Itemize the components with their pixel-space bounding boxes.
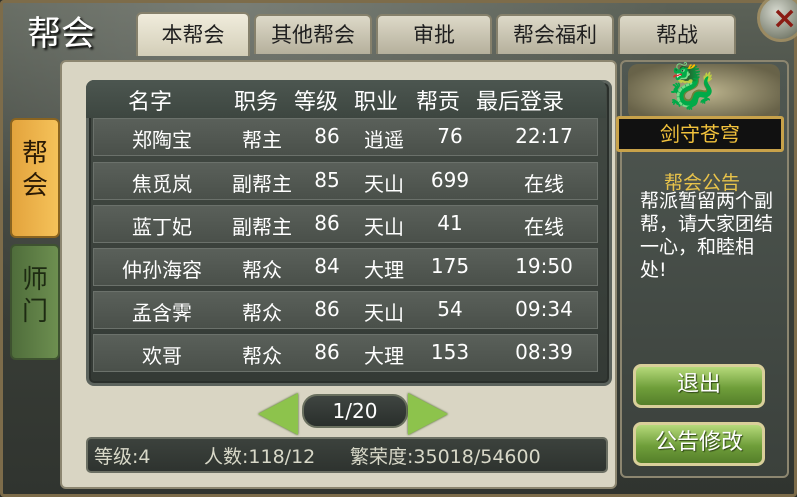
guild-name: 剑守苍穹 [616,116,784,152]
cell-level: 86 [314,124,340,148]
cell-name: 欢哥 [142,344,182,368]
notice-body: 帮派暂留两个副帮，请大家团结一心，和睦相处! [640,190,774,281]
cell-level: 84 [314,254,340,278]
side-tab-guild-label: 帮会 [22,139,49,201]
table-row[interactable]: 孟含霁 帮众 86 天山 54 09:34 [93,291,598,329]
exit-button[interactable]: 退出 [633,364,765,408]
table-row[interactable]: 仲孙海容 帮众 84 大理 175 19:50 [93,248,598,286]
side-tab-guild[interactable]: 帮会 [10,118,60,238]
cell-class: 天山 [364,172,404,196]
header-name: 名字 [128,90,173,115]
tab-my-guild[interactable]: 本帮会 [136,12,250,56]
cell-last-login: 在线 [524,172,564,196]
cell-position: 帮众 [242,258,282,282]
cell-position: 帮主 [242,128,282,152]
cell-level: 86 [314,340,340,364]
cell-contribution: 153 [430,340,470,364]
cell-name: 焦觅岚 [132,172,192,196]
cell-position: 副帮主 [232,172,292,196]
guild-member-count: 人数:118/12 [204,446,316,468]
side-tab-mentor-label: 师门 [22,265,49,327]
window-title: 帮会 [27,14,95,54]
guild-stats-bar: 等级:4 人数:118/12 繁荣度:35018/54600 [86,437,608,473]
cell-class: 天山 [364,215,404,239]
cell-name: 孟含霁 [132,301,192,325]
cell-name: 蓝丁妃 [132,215,192,239]
cell-position: 帮众 [242,301,282,325]
cell-contribution: 175 [430,254,470,278]
tab-approval[interactable]: 审批 [376,14,492,54]
tab-guild-welfare[interactable]: 帮会福利 [496,14,614,54]
cell-class: 大理 [364,344,404,368]
cell-contribution: 41 [437,211,463,235]
header-class: 职业 [354,90,399,115]
table-header: 名字 职务 等级 职业 帮贡 最后登录 [86,80,606,118]
next-page-arrow-icon[interactable] [408,393,448,435]
table-row[interactable]: 焦觅岚 副帮主 85 天山 699 在线 [93,162,598,200]
cell-name: 仲孙海容 [122,258,202,282]
edit-notice-button[interactable]: 公告修改 [633,422,765,466]
cell-contribution: 76 [437,124,463,148]
cell-last-login: 09:34 [515,297,573,321]
header-last-login: 最后登录 [476,90,565,115]
cell-contribution: 699 [430,168,470,192]
table-row[interactable]: 郑陶宝 帮主 86 逍遥 76 22:17 [93,118,598,156]
cell-position: 帮众 [242,344,282,368]
cell-level: 86 [314,211,340,235]
cell-last-login: 22:17 [515,124,573,148]
cell-level: 86 [314,297,340,321]
cell-last-login: 19:50 [515,254,573,278]
cell-level: 85 [314,168,340,192]
cell-class: 逍遥 [364,128,404,152]
cell-position: 副帮主 [232,215,292,239]
tab-other-guilds[interactable]: 其他帮会 [254,14,372,54]
cell-name: 郑陶宝 [132,128,192,152]
cell-last-login: 在线 [524,215,564,239]
guild-prosperity: 繁荣度:35018/54600 [350,446,541,468]
cell-class: 大理 [364,258,404,282]
side-tab-mentor[interactable]: 师门 [10,244,60,360]
tab-guild-war[interactable]: 帮战 [618,14,736,54]
header-level: 等级 [294,90,339,115]
dragon-icon: 🐉 [664,61,719,112]
cell-contribution: 54 [437,297,463,321]
table-row[interactable]: 蓝丁妃 副帮主 86 天山 41 在线 [93,205,598,243]
header-position: 职务 [234,90,279,115]
table-row[interactable]: 欢哥 帮众 86 大理 153 08:39 [93,334,598,372]
prev-page-arrow-icon[interactable] [258,393,298,435]
cell-last-login: 08:39 [515,340,573,364]
close-icon: × [772,1,797,36]
page-indicator: 1/20 [302,394,408,428]
cell-class: 天山 [364,301,404,325]
guild-level: 等级:4 [94,446,151,468]
header-contribution: 帮贡 [416,90,461,115]
